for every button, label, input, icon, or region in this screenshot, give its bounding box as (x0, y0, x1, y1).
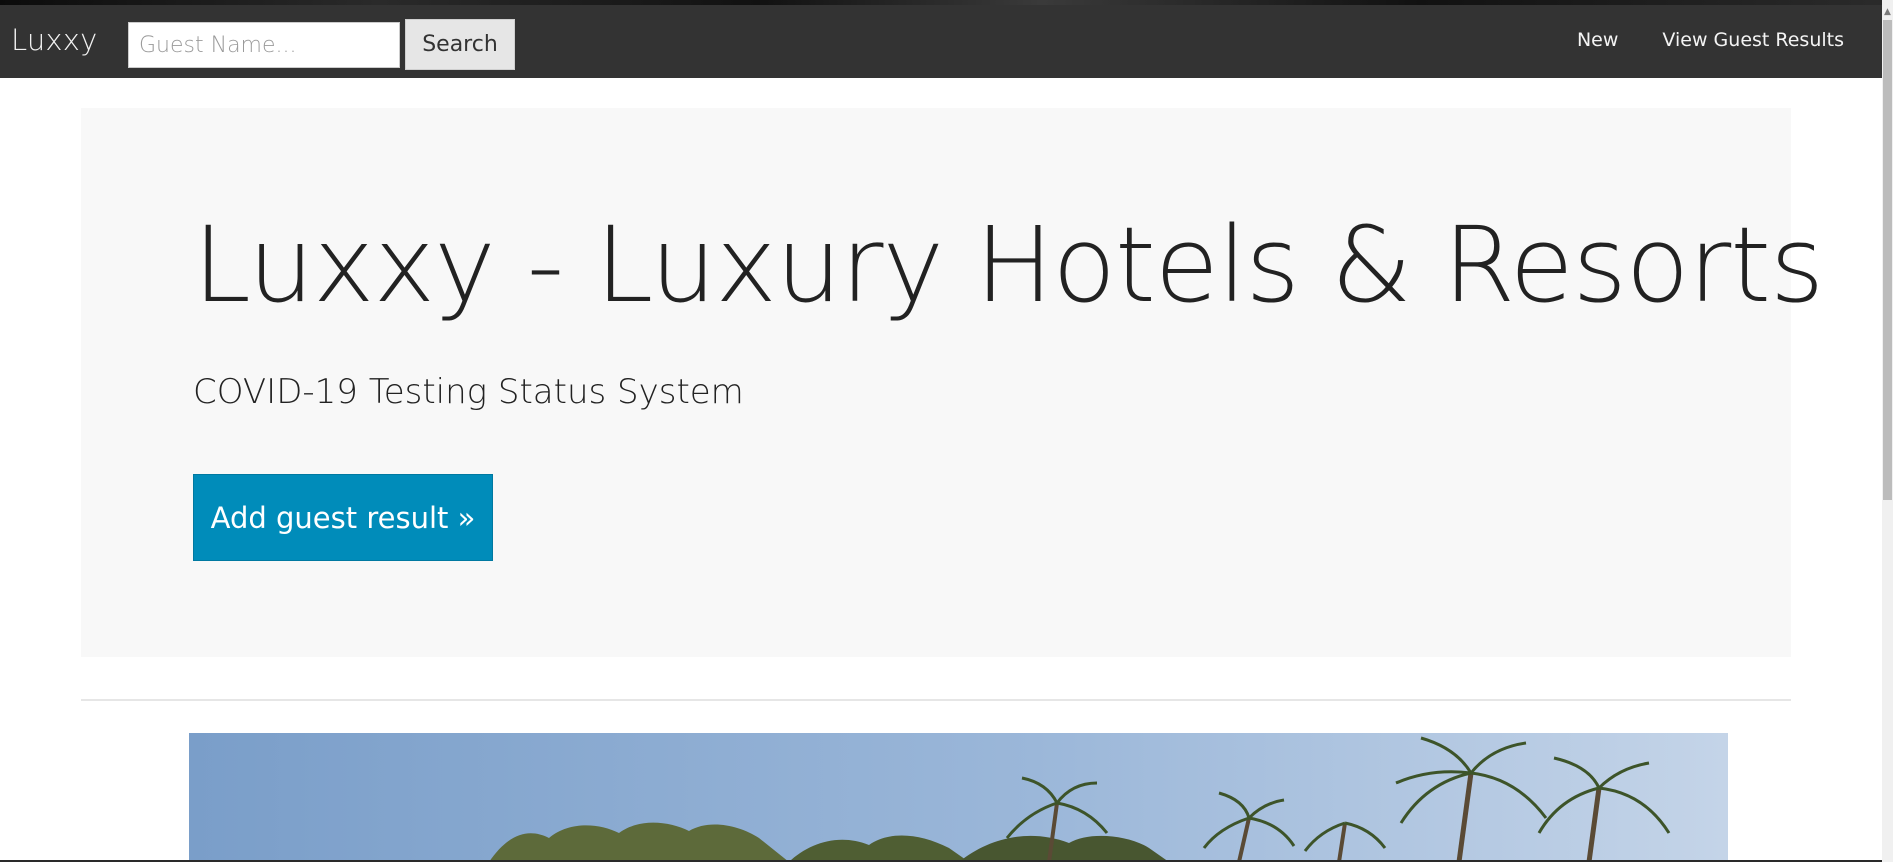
brand-logo[interactable]: Luxxy (11, 23, 98, 57)
add-guest-result-button[interactable]: Add guest result » (193, 474, 493, 561)
hero-title: Luxxy - Luxury Hotels & Resorts (193, 204, 1824, 326)
hero-subtitle: COVID-19 Testing Status System (193, 372, 744, 412)
guest-name-search-input[interactable] (128, 22, 400, 68)
hero-jumbotron: Luxxy - Luxury Hotels & Resorts COVID-19… (81, 108, 1824, 657)
hotel-photo-illustration (189, 733, 1728, 862)
section-divider (81, 699, 1791, 701)
scroll-up-arrow-icon[interactable]: ▲ (1882, 6, 1893, 18)
top-navbar: Luxxy Search New View Guest Results (0, 5, 1882, 78)
scrollbar-thumb[interactable] (1883, 20, 1892, 500)
nav-link-new[interactable]: New (1577, 29, 1618, 51)
nav-link-view-guest-results[interactable]: View Guest Results (1662, 29, 1844, 51)
nav-links: New View Guest Results (1577, 29, 1844, 51)
hotel-photo (189, 733, 1728, 862)
search-button[interactable]: Search (405, 19, 515, 70)
vertical-scrollbar[interactable]: ▲ (1882, 0, 1893, 862)
